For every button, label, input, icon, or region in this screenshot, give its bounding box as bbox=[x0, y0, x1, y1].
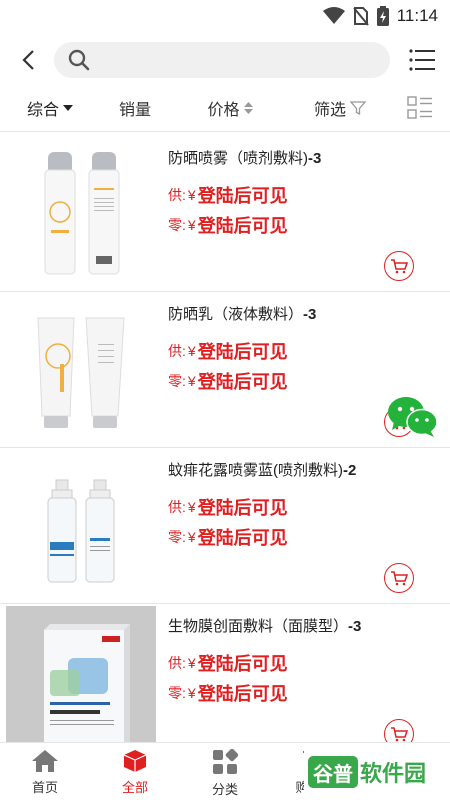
retail-price-row: 零: ¥ 登陆后可见 bbox=[168, 212, 438, 238]
wifi-icon bbox=[322, 7, 345, 25]
tab-all[interactable]: 全部 bbox=[90, 743, 180, 800]
supply-price-row: 供: ¥ 登陆后可见 bbox=[168, 650, 438, 676]
no-sim-icon bbox=[352, 6, 369, 26]
product-image-wound-dressing[interactable] bbox=[6, 606, 156, 742]
list-menu-icon bbox=[409, 49, 435, 71]
retail-price-value: 登陆后可见 bbox=[197, 528, 288, 548]
retail-price-value: 登陆后可见 bbox=[197, 216, 288, 236]
back-button[interactable] bbox=[6, 38, 50, 82]
cart-icon bbox=[391, 571, 408, 586]
filter-button[interactable]: 筛选 bbox=[290, 96, 390, 120]
box-icon bbox=[123, 750, 147, 772]
tab-category[interactable]: 分类 bbox=[180, 743, 270, 800]
supply-price-value: 登陆后可见 bbox=[197, 186, 288, 206]
caret-down-icon bbox=[63, 104, 73, 111]
supply-price-row: 供: ¥ 登陆后可见 bbox=[168, 494, 438, 520]
battery-charging-icon bbox=[376, 6, 389, 26]
product-item[interactable]: 防晒乳（液体敷料）-3 供: ¥ 登陆后可见 零: ¥ 登陆后可见 bbox=[0, 292, 450, 448]
sort-comprehensive[interactable]: 综合 bbox=[0, 96, 100, 120]
search-bar bbox=[0, 36, 450, 84]
retail-price-row: 零: ¥ 登陆后可见 bbox=[168, 680, 438, 706]
product-item[interactable]: 防晒喷雾（喷剂敷料)-3 供: ¥ 登陆后可见 零: ¥ 登陆后可见 bbox=[0, 136, 450, 292]
cart-icon bbox=[391, 259, 408, 274]
retail-price-label: 零: bbox=[168, 217, 186, 233]
sort-price[interactable]: 价格 bbox=[170, 96, 290, 120]
sort-updown-icon bbox=[243, 101, 253, 114]
sort-price-label: 价格 bbox=[207, 101, 240, 119]
list-grid-toggle-icon bbox=[407, 95, 432, 119]
category-icon bbox=[213, 749, 238, 774]
supply-price-value: 登陆后可见 bbox=[197, 342, 288, 362]
filter-funnel-icon bbox=[350, 100, 366, 115]
add-to-cart-button[interactable] bbox=[384, 719, 414, 742]
site-watermark: 谷普 软件园 bbox=[304, 750, 444, 794]
sort-sales-label: 销量 bbox=[118, 101, 151, 119]
supply-price-label: 供: bbox=[168, 187, 186, 203]
layout-toggle-button[interactable] bbox=[390, 95, 450, 120]
supply-price-row: 供: ¥ 登陆后可见 bbox=[168, 182, 438, 208]
supply-price-label: 供: bbox=[168, 655, 186, 671]
product-list: 防晒喷雾（喷剂敷料)-3 供: ¥ 登陆后可见 零: ¥ 登陆后可见 防晒乳（液… bbox=[0, 136, 450, 742]
supply-price-value: 登陆后可见 bbox=[197, 654, 288, 674]
currency-symbol: ¥ bbox=[187, 217, 196, 233]
supply-price-label: 供: bbox=[168, 343, 186, 359]
home-icon bbox=[32, 750, 58, 772]
product-name: 防晒喷雾（喷剂敷料)-3 bbox=[168, 150, 322, 167]
retail-price-value: 登陆后可见 bbox=[197, 684, 288, 704]
product-info: 防晒乳（液体敷料）-3 供: ¥ 登陆后可见 零: ¥ 登陆后可见 bbox=[168, 304, 438, 394]
search-icon bbox=[68, 49, 90, 75]
currency-symbol: ¥ bbox=[187, 187, 196, 203]
currency-symbol: ¥ bbox=[187, 373, 196, 389]
product-item[interactable]: 蚊痱花露喷雾蓝(喷剂敷料)-2 供: ¥ 登陆后可见 零: ¥ 登陆后可见 bbox=[0, 448, 450, 604]
watermark-logo: 谷普 bbox=[308, 756, 358, 788]
tab-category-label: 分类 bbox=[211, 782, 238, 797]
sort-filter-bar: 综合 销量 价格 筛选 bbox=[0, 84, 450, 132]
status-bar: 11:14 bbox=[0, 0, 450, 32]
search-input[interactable] bbox=[54, 42, 390, 78]
currency-symbol: ¥ bbox=[187, 655, 196, 671]
product-info: 防晒喷雾（喷剂敷料)-3 供: ¥ 登陆后可见 零: ¥ 登陆后可见 bbox=[168, 148, 438, 238]
product-name: 生物膜创面敷料（面膜型）-3 bbox=[168, 618, 362, 635]
product-info: 蚊痱花露喷雾蓝(喷剂敷料)-2 供: ¥ 登陆后可见 零: ¥ 登陆后可见 bbox=[168, 460, 438, 550]
supply-price-label: 供: bbox=[168, 499, 186, 515]
clock-time: 11:14 bbox=[396, 6, 438, 25]
product-image-mosquito-spray[interactable] bbox=[6, 450, 156, 600]
product-image-sunscreen-lotion[interactable] bbox=[6, 294, 156, 444]
product-info: 生物膜创面敷料（面膜型）-3 供: ¥ 登陆后可见 零: ¥ 登陆后可见 bbox=[168, 616, 438, 706]
currency-symbol: ¥ bbox=[187, 529, 196, 545]
retail-price-row: 零: ¥ 登陆后可见 bbox=[168, 368, 438, 394]
wechat-floating-button[interactable] bbox=[386, 394, 438, 438]
sort-sales[interactable]: 销量 bbox=[100, 96, 170, 120]
list-menu-button[interactable] bbox=[400, 38, 444, 82]
retail-price-value: 登陆后可见 bbox=[197, 372, 288, 392]
supply-price-value: 登陆后可见 bbox=[197, 498, 288, 518]
product-name: 防晒乳（液体敷料）-3 bbox=[168, 306, 317, 323]
add-to-cart-button[interactable] bbox=[384, 563, 414, 593]
retail-price-row: 零: ¥ 登陆后可见 bbox=[168, 524, 438, 550]
sort-comprehensive-label: 综合 bbox=[26, 101, 59, 119]
tab-home-label: 首页 bbox=[31, 780, 58, 795]
currency-symbol: ¥ bbox=[187, 685, 196, 701]
chevron-left-icon bbox=[22, 50, 34, 70]
add-to-cart-button[interactable] bbox=[384, 251, 414, 281]
watermark-text: 软件园 bbox=[360, 761, 427, 786]
supply-price-row: 供: ¥ 登陆后可见 bbox=[168, 338, 438, 364]
product-item[interactable]: 生物膜创面敷料（面膜型）-3 供: ¥ 登陆后可见 零: ¥ 登陆后可见 bbox=[0, 604, 450, 742]
currency-symbol: ¥ bbox=[187, 499, 196, 515]
tab-home[interactable]: 首页 bbox=[0, 743, 90, 800]
retail-price-label: 零: bbox=[168, 685, 186, 701]
currency-symbol: ¥ bbox=[187, 343, 196, 359]
retail-price-label: 零: bbox=[168, 529, 186, 545]
tab-all-label: 全部 bbox=[121, 780, 148, 795]
product-name: 蚊痱花露喷雾蓝(喷剂敷料)-2 bbox=[168, 462, 357, 479]
filter-label: 筛选 bbox=[313, 101, 346, 119]
product-image-sunscreen-spray[interactable] bbox=[6, 138, 156, 288]
cart-icon bbox=[391, 727, 408, 742]
retail-price-label: 零: bbox=[168, 373, 186, 389]
wechat-icon bbox=[388, 397, 438, 437]
